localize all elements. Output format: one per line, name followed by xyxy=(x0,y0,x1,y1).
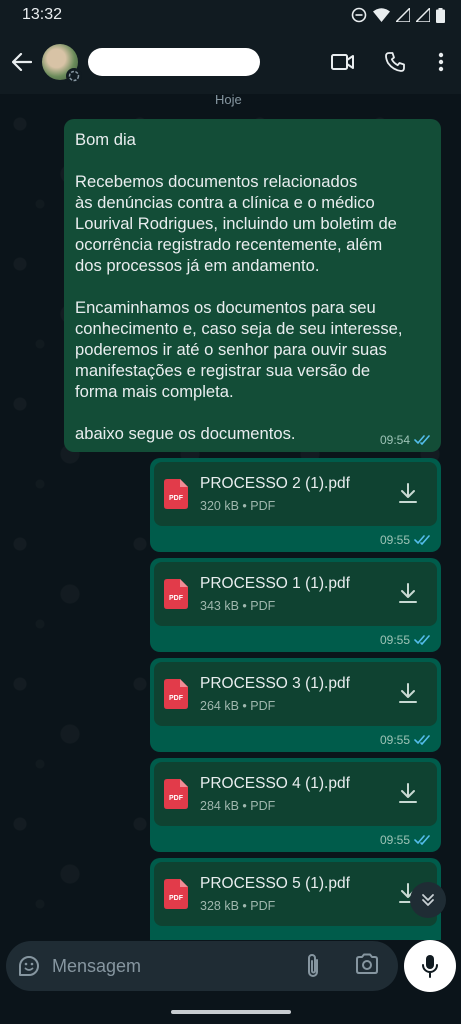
message-meta: 09:55 xyxy=(380,533,431,547)
pdf-file-icon: PDF xyxy=(164,879,188,909)
camera-icon xyxy=(356,953,378,974)
double-check-icon xyxy=(414,735,430,745)
input-pill xyxy=(6,941,398,991)
back-button[interactable] xyxy=(2,53,42,71)
signal-icon xyxy=(396,8,410,22)
status-time: 13:32 xyxy=(22,6,63,23)
contact-avatar[interactable] xyxy=(42,44,82,84)
document-details: 343 kB • PDF xyxy=(200,599,276,613)
message-composer xyxy=(0,940,461,1000)
document-message[interactable]: PDF PROCESSO 5 (1).pdf 328 kB • PDF xyxy=(150,858,441,940)
document-message[interactable]: PDF PROCESSO 2 (1).pdf 320 kB • PDF 09:5… xyxy=(150,458,441,552)
document-name: PROCESSO 2 (1).pdf xyxy=(200,475,350,492)
video-call-button[interactable] xyxy=(317,40,369,84)
arrow-left-icon xyxy=(12,53,32,71)
message-time: 09:55 xyxy=(379,733,410,747)
contact-name-redacted[interactable] xyxy=(88,48,260,76)
more-options-button[interactable] xyxy=(421,40,461,84)
sticker-icon xyxy=(19,956,39,976)
document-name: PROCESSO 1 (1).pdf xyxy=(200,575,350,592)
pdf-file-icon: PDF xyxy=(164,579,188,609)
camera-button[interactable] xyxy=(355,953,379,980)
chat-header xyxy=(0,30,461,94)
scroll-to-bottom-button[interactable] xyxy=(410,882,446,918)
paperclip-icon xyxy=(308,954,318,977)
document-details: 320 kB • PDF xyxy=(200,499,276,513)
document-message[interactable]: PDF PROCESSO 3 (1).pdf 264 kB • PDF 09:5… xyxy=(150,658,441,752)
signal-icon-2 xyxy=(416,8,430,22)
svg-text:PDF: PDF xyxy=(169,595,184,602)
document-message[interactable]: PDF PROCESSO 1 (1).pdf 343 kB • PDF 09:5… xyxy=(150,558,441,652)
document-details: 328 kB • PDF xyxy=(200,899,276,913)
svg-text:PDF: PDF xyxy=(169,895,184,902)
home-indicator[interactable] xyxy=(170,1010,291,1014)
header-actions xyxy=(317,40,461,84)
download-icon[interactable] xyxy=(397,482,419,504)
svg-text:PDF: PDF xyxy=(169,695,184,702)
microphone-icon xyxy=(422,955,438,978)
double-check-icon xyxy=(414,535,430,545)
svg-text:PDF: PDF xyxy=(169,495,184,502)
pdf-file-icon: PDF xyxy=(164,479,188,509)
message-meta: 09:55 xyxy=(380,733,431,747)
document-details: 284 kB • PDF xyxy=(200,799,276,813)
message-input[interactable] xyxy=(52,955,292,977)
pdf-file-icon: PDF xyxy=(164,679,188,709)
date-separator: Hoje xyxy=(215,94,242,107)
document-card[interactable]: PDF PROCESSO 2 (1).pdf 320 kB • PDF xyxy=(154,462,437,526)
document-card[interactable]: PDF PROCESSO 1 (1).pdf 343 kB • PDF xyxy=(154,562,437,626)
message-text: Bom dia Recebemos documentos relacionado… xyxy=(75,130,403,443)
status-ring-icon xyxy=(66,68,82,84)
message-meta: 09:54 xyxy=(380,433,431,447)
document-details: 264 kB • PDF xyxy=(200,699,276,713)
svg-text:PDF: PDF xyxy=(169,795,184,802)
system-navigation-bar xyxy=(0,1000,461,1024)
phone-icon xyxy=(385,52,405,72)
document-card[interactable]: PDF PROCESSO 3 (1).pdf 264 kB • PDF xyxy=(154,662,437,726)
video-camera-icon xyxy=(331,54,354,70)
download-icon[interactable] xyxy=(397,782,419,804)
voice-call-button[interactable] xyxy=(369,40,421,84)
message-list[interactable]: Hoje Bom dia Recebemos documentos relaci… xyxy=(0,94,461,940)
download-icon[interactable] xyxy=(397,582,419,604)
pdf-file-icon: PDF xyxy=(164,779,188,809)
sticker-button[interactable] xyxy=(6,954,52,978)
document-name: PROCESSO 5 (1).pdf xyxy=(200,875,350,892)
status-icons xyxy=(351,7,445,23)
double-check-icon xyxy=(414,635,430,645)
status-bar: 13:32 xyxy=(0,0,461,30)
voice-message-button[interactable] xyxy=(404,940,456,992)
outgoing-message[interactable]: Bom dia Recebemos documentos relacionado… xyxy=(64,119,441,452)
more-vertical-icon xyxy=(438,52,444,72)
document-message[interactable]: PDF PROCESSO 4 (1).pdf 284 kB • PDF 09:5… xyxy=(150,758,441,852)
message-time: 09:55 xyxy=(379,633,410,647)
document-name: PROCESSO 3 (1).pdf xyxy=(200,675,350,692)
wifi-icon xyxy=(373,8,390,22)
message-meta: 09:55 xyxy=(380,833,431,847)
double-check-icon xyxy=(414,835,430,845)
document-card[interactable]: PDF PROCESSO 4 (1).pdf 284 kB • PDF xyxy=(154,762,437,826)
document-card[interactable]: PDF PROCESSO 5 (1).pdf 328 kB • PDF xyxy=(154,862,437,926)
dnd-icon xyxy=(351,7,367,23)
document-name: PROCESSO 4 (1).pdf xyxy=(200,775,350,792)
message-time: 09:55 xyxy=(379,533,410,547)
attach-button[interactable] xyxy=(304,953,322,984)
download-icon[interactable] xyxy=(397,682,419,704)
message-time: 09:54 xyxy=(379,433,410,447)
message-meta: 09:55 xyxy=(380,633,431,647)
battery-icon xyxy=(436,7,445,23)
double-check-icon xyxy=(414,435,430,445)
message-time: 09:55 xyxy=(379,833,410,847)
double-chevron-down-icon xyxy=(422,894,434,906)
